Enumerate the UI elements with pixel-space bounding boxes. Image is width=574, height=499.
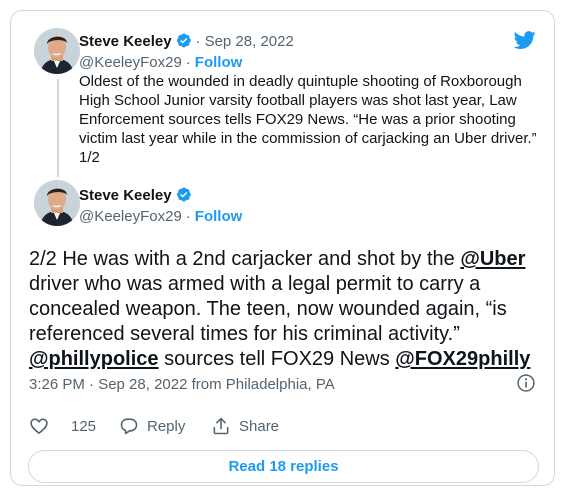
avatar-portrait-icon: [34, 28, 80, 74]
author-name[interactable]: Steve Keeley: [79, 187, 172, 204]
tweet-handle-row: @KeeleyFox29 · Follow: [79, 207, 242, 226]
reply-bubble-icon: [120, 418, 138, 435]
mention-link-fox29philly[interactable]: @FOX29philly: [395, 348, 530, 370]
follow-button[interactable]: Follow: [195, 208, 243, 225]
share-icon: [213, 417, 229, 435]
reply-label: Reply: [147, 417, 186, 435]
share-button[interactable]: Share: [211, 414, 279, 438]
verified-badge-icon: [176, 33, 191, 48]
quoted-tweet-handle-row: @KeeleyFox29 · Follow: [79, 53, 242, 72]
share-label: Share: [239, 417, 280, 435]
author-handle[interactable]: @KeeleyFox29: [79, 54, 182, 71]
reply-button[interactable]: Reply: [119, 414, 185, 438]
mention-link-uber[interactable]: @Uber: [460, 248, 525, 270]
avatar[interactable]: [34, 28, 80, 74]
info-icon[interactable]: [516, 373, 536, 393]
avatar-portrait-icon: [34, 180, 80, 226]
quoted-tweet-header: Steve Keeley · Sep 28, 2022: [79, 32, 294, 51]
separator-dot: ·: [185, 208, 191, 225]
tweet-text-part: 2/2 He was with a 2nd carjacker and shot…: [29, 248, 461, 270]
like-button[interactable]: 125: [29, 414, 96, 438]
tweet-card: Steve Keeley · Sep 28, 2022 @KeeleyFox29 · F…: [10, 10, 555, 486]
separator-dot: ·: [195, 33, 201, 50]
read-replies-button[interactable]: Read 18 replies: [28, 450, 539, 483]
twitter-bird-icon[interactable]: [513, 29, 537, 51]
like-count: 125: [71, 417, 97, 435]
quoted-tweet-text: Oldest of the wounded in deadly quintupl…: [79, 73, 537, 166]
tweet-text-part: driver who was armed with a legal permit…: [29, 273, 507, 345]
tweet-text-part: sources tell FOX29 News: [158, 348, 396, 370]
heart-icon: [30, 418, 48, 435]
mention-link-phillypolice[interactable]: @phillypolice: [29, 348, 159, 370]
tweet-text: 2/2 He was with a 2nd carjacker and shot…: [29, 247, 549, 372]
tweet-timestamp[interactable]: 3:26 PM · Sep 28, 2022 from Philadelphia…: [29, 376, 335, 393]
avatar[interactable]: [34, 180, 80, 226]
separator-dot: ·: [185, 54, 191, 71]
thread-connector-line: [57, 79, 59, 177]
follow-button[interactable]: Follow: [195, 54, 243, 71]
tweet-header: Steve Keeley: [79, 186, 192, 205]
author-handle[interactable]: @KeeleyFox29: [79, 208, 182, 225]
author-name[interactable]: Steve Keeley: [79, 33, 172, 50]
verified-badge-icon: [176, 187, 191, 202]
tweet-date[interactable]: Sep 28, 2022: [205, 33, 294, 50]
